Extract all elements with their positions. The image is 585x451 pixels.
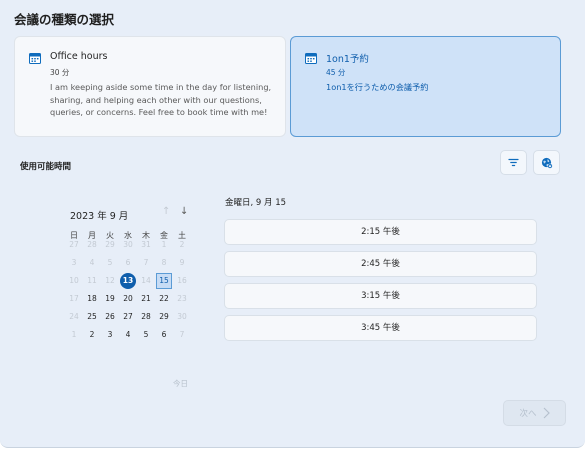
meeting-type-title: Office hours [50, 51, 108, 62]
today-link[interactable]: 今日 [173, 378, 188, 389]
calendar-day: 8 [161, 258, 167, 267]
calendar-day[interactable]: 13 [120, 273, 136, 289]
calendar-day: 2 [179, 240, 185, 249]
calendar-day[interactable]: 26 [102, 309, 118, 325]
calendar-day: 28 [87, 240, 97, 249]
page-title: 会議の種類の選択 [14, 12, 115, 27]
calendar-day[interactable]: 2 [84, 327, 100, 343]
filter-icon [508, 158, 519, 167]
calendar-day: 27 [69, 240, 79, 249]
calendar-day: 3 [71, 258, 77, 267]
calendar-icon [305, 53, 317, 64]
calendar-day[interactable]: 19 [102, 291, 118, 307]
calendar-day: 7 [179, 330, 185, 339]
calendar-day: 31 [141, 240, 151, 249]
selected-date-heading: 金曜日, 9 月 15 [225, 198, 287, 208]
calendar-month-label: 2023 年 9 月 [70, 211, 129, 222]
meeting-type-duration: 45 分 [326, 68, 346, 77]
calendar-day: 16 [177, 276, 187, 285]
meeting-type-title: 1on1予約 [326, 54, 369, 65]
arrow-down-icon[interactable]: ↓ [180, 207, 188, 217]
calendar-day: 14 [141, 276, 151, 285]
calendar-day[interactable]: 18 [84, 291, 100, 307]
time-slot-button[interactable]: 3:15 午後 [224, 283, 537, 309]
meeting-type-card-1on1[interactable]: 1on1予約 45 分 1on1を行うための会議予約 [290, 36, 561, 137]
calendar-day: 4 [89, 258, 95, 267]
chevron-right-icon [543, 407, 550, 419]
calendar-day: 10 [69, 276, 79, 285]
calendar-day[interactable]: 21 [138, 291, 154, 307]
calendar-day[interactable]: 29 [156, 309, 172, 325]
calendar-day: 30 [123, 240, 133, 249]
calendar-icon [29, 53, 41, 64]
calendar-day[interactable]: 25 [84, 309, 100, 325]
next-button[interactable]: 次へ [503, 400, 566, 426]
calendar-day: 7 [143, 258, 149, 267]
calendar-day: 5 [107, 258, 113, 267]
calendar-day[interactable]: 3 [102, 327, 118, 343]
calendar-day: 9 [179, 258, 185, 267]
meeting-type-card-office-hours[interactable]: Office hours 30 分 I am keeping aside som… [14, 36, 286, 137]
calendar-day: 23 [177, 294, 187, 303]
meeting-type-description: I am keeping aside some time in the day … [50, 82, 272, 117]
calendar-day[interactable]: 22 [156, 291, 172, 307]
calendar-day: 12 [105, 276, 115, 285]
calendar-day: 24 [69, 312, 79, 321]
calendar-day[interactable]: 4 [120, 327, 136, 343]
availability-label: 使用可能時間 [20, 162, 72, 172]
timezone-button[interactable] [533, 150, 560, 175]
calendar-day: 30 [177, 312, 187, 321]
globe-icon [541, 157, 552, 168]
arrow-up-icon[interactable]: ↑ [162, 207, 170, 217]
calendar-day[interactable]: 28 [138, 309, 154, 325]
calendar-day: 17 [69, 294, 79, 303]
calendar-day: 29 [105, 240, 115, 249]
calendar-day: 11 [87, 276, 97, 285]
filter-button[interactable] [500, 150, 527, 175]
calendar-day: 6 [125, 258, 131, 267]
calendar-day[interactable]: 20 [120, 291, 136, 307]
calendar-day[interactable]: 27 [120, 309, 136, 325]
time-slot-button[interactable]: 3:45 午後 [224, 315, 537, 341]
calendar-day[interactable]: 5 [138, 327, 154, 343]
meeting-type-description: 1on1を行うための会議予約 [326, 82, 429, 92]
calendar-day[interactable]: 6 [156, 327, 172, 343]
calendar-day: 1 [71, 330, 77, 339]
calendar-day: 1 [161, 240, 167, 249]
meeting-type-duration: 30 分 [50, 68, 70, 77]
next-button-label: 次へ [519, 409, 537, 419]
time-slot-button[interactable]: 2:45 午後 [224, 251, 537, 277]
booking-panel: 会議の種類の選択 Office hours 30 分 I am keeping … [0, 0, 585, 448]
calendar-day[interactable]: 15 [156, 273, 172, 289]
time-slot-button[interactable]: 2:15 午後 [224, 219, 537, 245]
